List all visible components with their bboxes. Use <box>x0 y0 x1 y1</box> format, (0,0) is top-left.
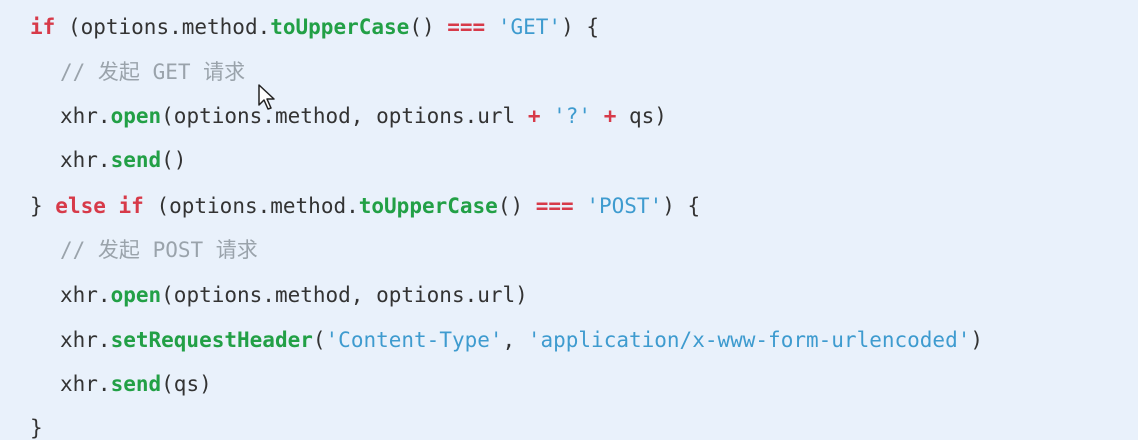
function-token: send <box>110 148 162 172</box>
code-token: ) { <box>561 15 599 39</box>
code-line: } else if (options.method.toUpperCase() … <box>30 191 700 221</box>
code-token: (options.method. <box>55 15 271 39</box>
comment-token: // 发起 POST 请求 <box>60 238 258 262</box>
string-token: 'application/x-www-form-urlencoded' <box>527 328 971 352</box>
code-line: xhr.setRequestHeader('Content-Type', 'ap… <box>60 325 983 355</box>
function-token: open <box>110 104 162 128</box>
code-token: () <box>409 15 448 39</box>
code-token: qs) <box>616 104 667 128</box>
comment-token: // 发起 GET 请求 <box>60 60 246 84</box>
code-token: xhr. <box>60 104 111 128</box>
code-token: (qs) <box>161 372 212 396</box>
code-token: ) <box>970 328 984 352</box>
code-block: if (options.method.toUpperCase() === 'GE… <box>0 0 1138 440</box>
code-token: xhr. <box>60 283 111 307</box>
code-token: () <box>497 194 536 218</box>
operator-token: + <box>603 104 617 128</box>
code-token: } <box>30 194 56 218</box>
code-token: (options.method. <box>143 194 359 218</box>
code-token: () <box>161 148 187 172</box>
mouse-pointer-icon <box>258 84 275 110</box>
code-token: ( <box>312 328 326 352</box>
function-token: open <box>110 283 162 307</box>
code-line: // 发起 POST 请求 <box>60 235 258 265</box>
function-token: toUpperCase <box>270 15 410 39</box>
code-token: ) { <box>662 194 701 218</box>
code-line: xhr.open(options.method, options.url) <box>60 280 528 310</box>
code-line: xhr.open(options.method, options.url + '… <box>60 101 667 131</box>
code-line: xhr.send(qs) <box>60 369 212 399</box>
code-token: , <box>502 328 528 352</box>
string-token: '?' <box>553 104 592 128</box>
code-line: if (options.method.toUpperCase() === 'GE… <box>30 12 599 42</box>
code-token: xhr. <box>60 148 111 172</box>
code-token: xhr. <box>60 328 111 352</box>
code-line: // 发起 GET 请求 <box>60 57 245 87</box>
function-token: send <box>110 372 162 396</box>
operator-token: === <box>447 15 486 39</box>
code-token: (options.method, options.url) <box>161 283 528 307</box>
string-token: 'Content-Type' <box>325 328 503 352</box>
function-token: setRequestHeader <box>110 328 313 352</box>
code-line: } <box>30 413 43 440</box>
string-token: 'GET' <box>497 15 562 39</box>
code-token: (options.method, options.url <box>161 104 528 128</box>
code-token: } <box>30 416 43 440</box>
operator-token: === <box>535 194 574 218</box>
function-token: toUpperCase <box>358 194 498 218</box>
code-token: xhr. <box>60 372 111 396</box>
code-line: xhr.send() <box>60 145 186 175</box>
operator-token: + <box>527 104 541 128</box>
string-token: 'POST' <box>586 194 663 218</box>
keyword-token: if <box>30 15 56 39</box>
keyword-token: else if <box>55 194 144 218</box>
